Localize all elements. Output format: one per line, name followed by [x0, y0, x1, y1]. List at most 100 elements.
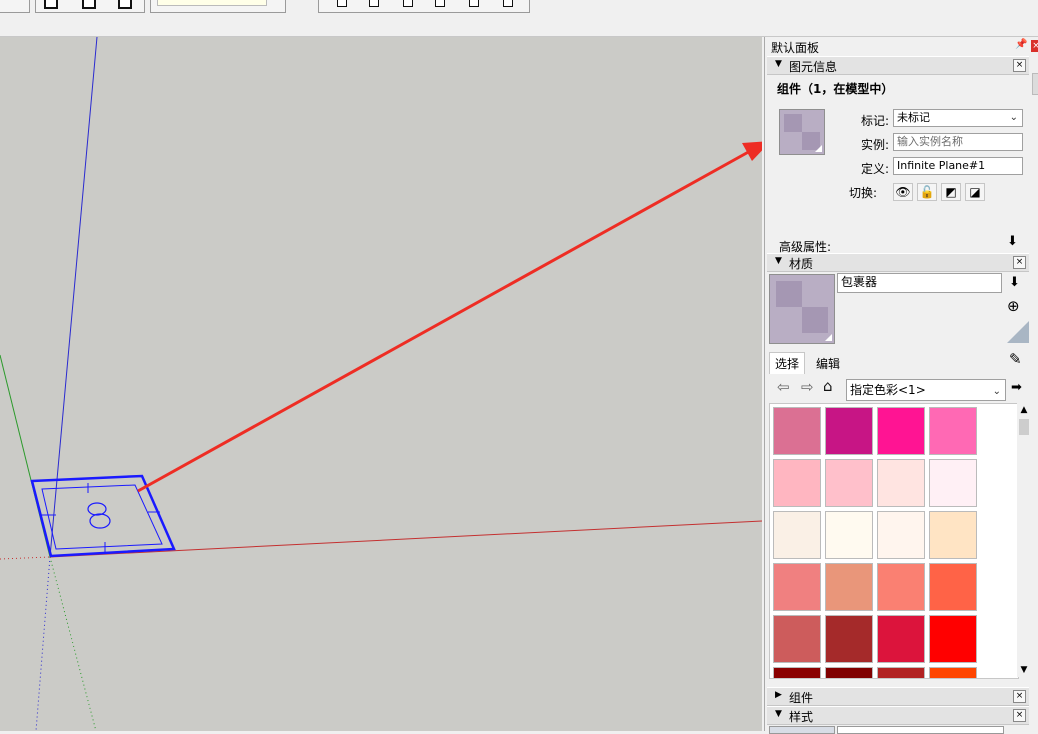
red-axis: [49, 520, 762, 558]
material-name-input[interactable]: 包裹器: [837, 273, 1002, 293]
expand-details-icon[interactable]: ⬇: [1009, 275, 1020, 290]
instance-name-input[interactable]: 输入实例名称: [893, 133, 1023, 151]
home-icon[interactable]: ⌂: [823, 377, 833, 395]
component-inner-outline: [41, 484, 163, 550]
expand-triangle-icon: ▶: [775, 690, 782, 700]
back-arrow-icon[interactable]: ⇦: [777, 378, 790, 396]
material-swatch[interactable]: [929, 511, 977, 559]
view-icon-2[interactable]: [82, 0, 96, 9]
infinity-mark-top: [87, 502, 107, 516]
toolbar-group-tools: [318, 0, 530, 13]
default-tray: 默认面板 📌 × ▼ 图元信息 × 组件（1，在模型中） 标记: 未标记 ⌄ 实…: [764, 37, 1038, 734]
scroll-up-icon[interactable]: ▲: [1017, 403, 1031, 417]
material-swatch[interactable]: [929, 615, 977, 663]
material-swatch[interactable]: [825, 563, 873, 611]
components-title: 组件: [789, 691, 814, 705]
library-dropdown[interactable]: 指定色彩<1> ⌄: [846, 379, 1006, 401]
style-thumbnail[interactable]: [769, 726, 835, 734]
toolbar-group-left: [0, 0, 30, 13]
material-swatch[interactable]: [825, 667, 873, 678]
definition-input[interactable]: Infinite Plane#1: [893, 157, 1023, 175]
material-swatch[interactable]: [773, 459, 821, 507]
material-swatch[interactable]: [877, 667, 925, 678]
collapse-triangle-icon: ▼: [775, 709, 782, 719]
material-swatch[interactable]: [825, 511, 873, 559]
tool-icon-2[interactable]: [369, 0, 379, 7]
material-swatch[interactable]: [773, 511, 821, 559]
tool-icon-6[interactable]: [503, 0, 513, 7]
toolbar-group-views: [35, 0, 145, 13]
material-swatch[interactable]: [929, 459, 977, 507]
chevron-down-icon: ⌄: [1009, 112, 1018, 123]
tab-select[interactable]: 选择: [769, 352, 806, 374]
materials-header[interactable]: ▼ 材质 ×: [767, 253, 1029, 272]
material-swatch[interactable]: [825, 407, 873, 455]
styles-close-button[interactable]: ×: [1013, 709, 1026, 722]
tray-scrollbar[interactable]: [1032, 73, 1038, 95]
tab-edit[interactable]: 编辑: [811, 353, 845, 374]
thumb-pattern: [776, 281, 802, 307]
entity-heading: 组件（1，在模型中）: [777, 82, 894, 96]
entity-info-close-button[interactable]: ×: [1013, 59, 1026, 72]
toolbar-group-color: [150, 0, 286, 13]
styles-header[interactable]: ▼ 样式 ×: [767, 706, 1029, 725]
expand-details-icon[interactable]: ⬇: [1007, 234, 1018, 249]
annotation-arrow-head: [742, 141, 762, 161]
material-swatch[interactable]: [929, 667, 977, 678]
cast-shadow-icon[interactable]: ◩: [941, 183, 961, 201]
definition-label: 定义:: [860, 162, 889, 176]
view-icon-3[interactable]: [118, 0, 132, 9]
material-swatch[interactable]: [825, 459, 873, 507]
material-swatch[interactable]: [773, 615, 821, 663]
style-name-input[interactable]: [837, 726, 1004, 734]
material-swatch[interactable]: [877, 615, 925, 663]
material-swatch[interactable]: [929, 407, 977, 455]
red-axis-hidden: [0, 556, 51, 560]
instance-label: 实例:: [860, 138, 889, 152]
toggle-label: 切换:: [848, 186, 877, 200]
scroll-down-icon[interactable]: ▼: [1017, 663, 1031, 677]
library-details-icon[interactable]: ➡: [1011, 380, 1022, 395]
material-swatch[interactable]: [773, 667, 821, 678]
tool-icon-1[interactable]: [337, 0, 347, 7]
forward-arrow-icon[interactable]: ⇨: [801, 378, 814, 396]
receive-shadow-icon[interactable]: ◪: [965, 183, 985, 201]
material-swatch[interactable]: [877, 407, 925, 455]
components-header[interactable]: ▶ 组件 ×: [767, 687, 1029, 706]
sample-paint-icon[interactable]: [1007, 321, 1029, 343]
material-swatch[interactable]: [773, 407, 821, 455]
entity-info-header[interactable]: ▼ 图元信息 ×: [767, 56, 1029, 75]
create-material-icon[interactable]: ⊕: [1007, 297, 1020, 315]
scroll-thumb[interactable]: [1019, 419, 1029, 435]
material-swatch[interactable]: [877, 563, 925, 611]
color-strip[interactable]: [157, 0, 267, 6]
styles-title: 样式: [789, 710, 814, 724]
material-swatch[interactable]: [773, 563, 821, 611]
pin-icon[interactable]: 📌: [1015, 39, 1027, 50]
entity-info-title: 图元信息: [789, 60, 838, 74]
collapse-triangle-icon: ▼: [775, 59, 782, 69]
component-thumbnail: [779, 109, 825, 155]
material-swatch[interactable]: [877, 511, 925, 559]
tag-dropdown[interactable]: 未标记 ⌄: [893, 109, 1023, 127]
tray-close-button[interactable]: ×: [1031, 40, 1038, 52]
model-viewport[interactable]: [0, 37, 762, 731]
materials-close-button[interactable]: ×: [1013, 256, 1026, 269]
blue-axis-hidden: [35, 556, 51, 731]
viewport-drawing: [0, 37, 762, 731]
thumb-corner-icon: [815, 145, 822, 152]
material-swatch[interactable]: [929, 563, 977, 611]
swatch-scrollbar[interactable]: ▲ ▼: [1017, 403, 1031, 677]
tag-label: 标记:: [860, 114, 889, 128]
lock-icon[interactable]: 🔓: [917, 183, 937, 201]
tool-icon-5[interactable]: [469, 0, 479, 7]
eye-icon[interactable]: 👁: [893, 183, 913, 201]
eyedropper-icon[interactable]: ✎: [1009, 350, 1022, 368]
thumb-pattern: [802, 307, 828, 333]
view-icon-1[interactable]: [44, 0, 58, 9]
material-swatch[interactable]: [877, 459, 925, 507]
tool-icon-4[interactable]: [435, 0, 445, 7]
components-close-button[interactable]: ×: [1013, 690, 1026, 703]
material-swatch[interactable]: [825, 615, 873, 663]
tool-icon-3[interactable]: [403, 0, 413, 7]
